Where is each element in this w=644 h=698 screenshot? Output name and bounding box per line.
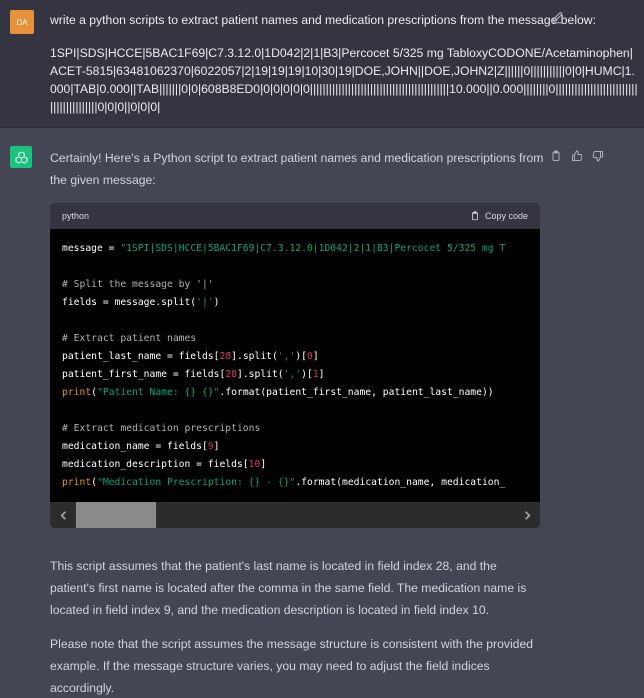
- code-line: print("Medication Prescription: {} - {}"…: [62, 477, 506, 488]
- code-line: patient_first_name = fields[28].split(',…: [62, 369, 325, 380]
- edit-icon[interactable]: [550, 11, 564, 25]
- thumbs-up-icon[interactable]: [571, 149, 583, 161]
- user-avatar: DA: [10, 10, 34, 34]
- code-line: # Extract medication prescriptions: [62, 423, 261, 434]
- assistant-intro: Certainly! Here's a Python script to ext…: [50, 151, 544, 187]
- copy-code-button[interactable]: Copy code: [470, 211, 528, 221]
- code-line: medication_name = fields[9]: [62, 441, 220, 452]
- code-language-label: python: [62, 211, 90, 221]
- code-line: patient_last_name = fields[28].split(','…: [62, 351, 319, 362]
- user-hl7-message: 1SPI|SDS|HCCE|5BAC1F69|C7.3.12.0|1D042|2…: [50, 46, 638, 114]
- code-line: message = "1SPI|SDS|HCCE|5BAC1F69|C7.3.1…: [62, 243, 506, 254]
- code-line: fields = message.split('|'): [62, 297, 220, 308]
- chevron-right-icon[interactable]: [514, 502, 540, 528]
- code-line: # Split the message by '|': [62, 279, 214, 290]
- code-line: # Extract patient names: [62, 333, 197, 344]
- code-line: medication_description = fields[10]: [62, 459, 267, 470]
- code-header: python Copy code: [50, 203, 540, 229]
- message-actions: [550, 149, 604, 162]
- user-message-text: write a python scripts to extract patien…: [50, 11, 640, 131]
- assistant-message: Certainly! Here's a Python script to ext…: [0, 128, 644, 698]
- thumbs-down-icon[interactable]: [592, 149, 604, 162]
- code-line: print("Patient Name: {} {}".format(patie…: [62, 387, 494, 398]
- user-message: DA write a python scripts to extract pat…: [0, 0, 644, 128]
- clipboard-icon[interactable]: [550, 149, 562, 161]
- assistant-note: Please note that the script assumes the …: [50, 637, 534, 695]
- horizontal-scrollbar[interactable]: [50, 502, 540, 528]
- code-body: message = "1SPI|SDS|HCCE|5BAC1F69|C7.3.1…: [50, 229, 540, 502]
- copy-icon: [472, 211, 478, 221]
- chevron-left-icon[interactable]: [50, 502, 76, 528]
- code-block: python Copy code message = "1SPI|SDS|HCC…: [50, 203, 540, 528]
- copy-code-label: Copy code: [484, 211, 528, 221]
- scrollbar-thumb[interactable]: [76, 502, 156, 528]
- openai-logo-icon: [10, 146, 32, 168]
- assistant-explanation: This script assumes that the patient's l…: [50, 559, 527, 617]
